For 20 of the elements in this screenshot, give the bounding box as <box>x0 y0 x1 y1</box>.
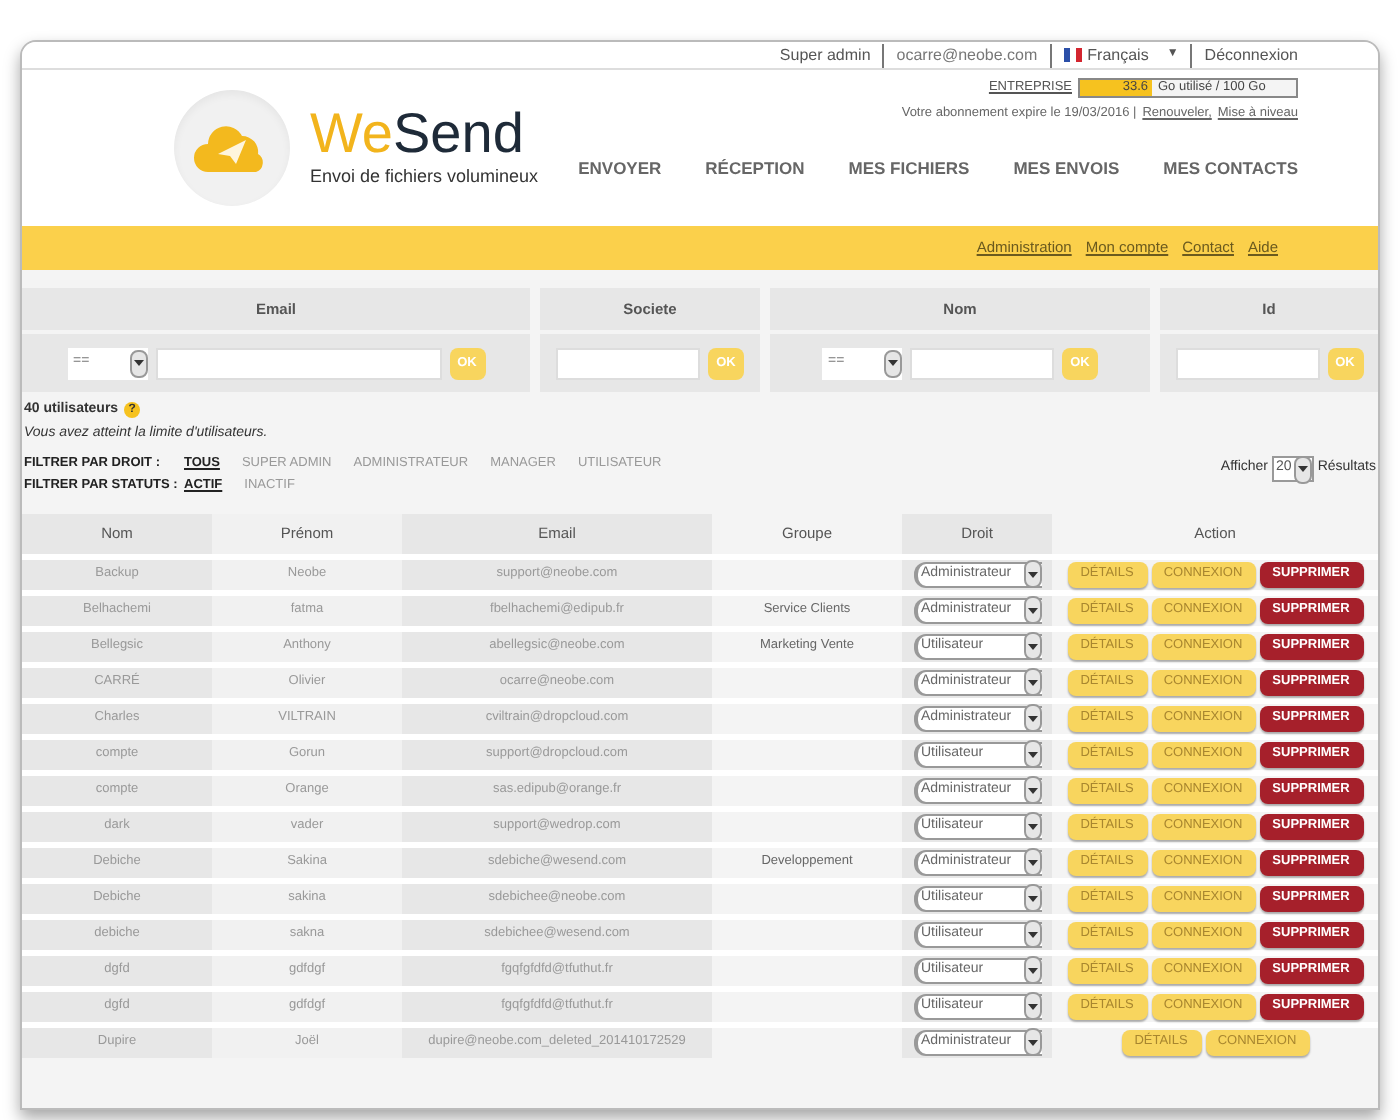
nav-link[interactable]: MES FICHIERS <box>848 155 970 181</box>
logout-link[interactable]: Déconnexion <box>1190 43 1298 67</box>
nav-link[interactable]: MES CONTACTS <box>1163 155 1298 181</box>
filter-input[interactable] <box>910 347 1054 379</box>
filter-input[interactable] <box>1175 347 1319 379</box>
role-label: Super admin <box>779 43 871 67</box>
language-select[interactable]: Français <box>1087 43 1149 67</box>
dropdown-arrow-icon <box>129 349 147 377</box>
logo-text: Send <box>393 104 524 165</box>
dropdown-arrow-icon <box>884 349 902 377</box>
nav-link[interactable]: ENVOYER <box>578 155 662 181</box>
tagline: Envoi de fichiers volumineux <box>310 164 539 191</box>
filter-input[interactable] <box>556 347 700 379</box>
filter-input[interactable] <box>155 347 441 379</box>
nav-link[interactable]: MES ENVOIS <box>1013 155 1120 181</box>
flag-icon <box>1063 48 1082 62</box>
logo-text: We <box>310 104 393 165</box>
dropdown-arrow-icon <box>1293 455 1312 483</box>
nav-link[interactable]: RÉCEPTION <box>705 155 805 181</box>
account-email: ocarre@neobe.com <box>882 43 1038 67</box>
